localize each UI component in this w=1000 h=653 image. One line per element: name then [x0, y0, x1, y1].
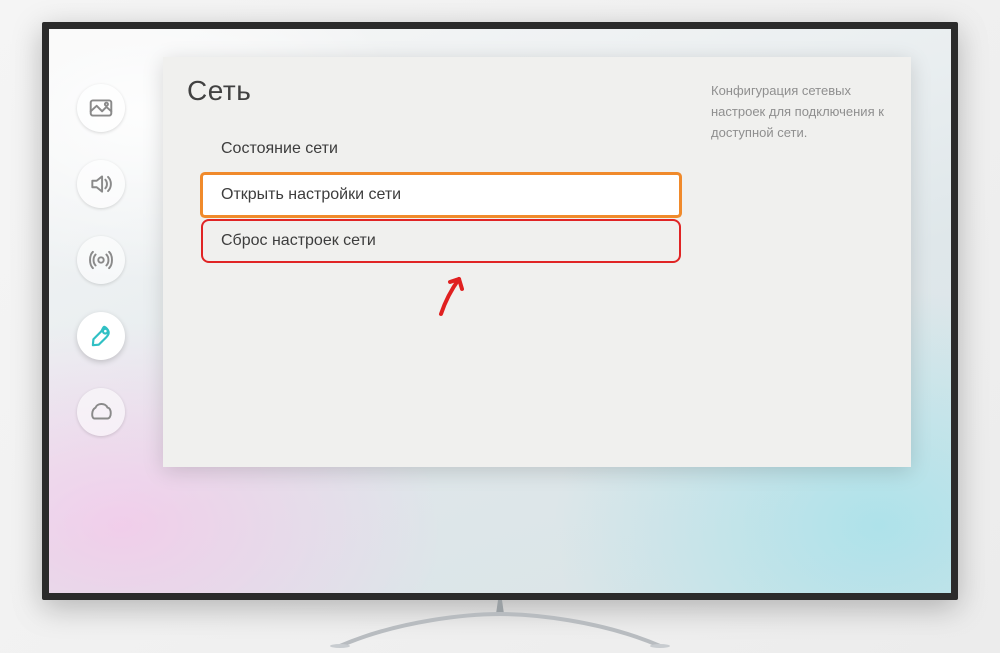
- sidebar-item-sound[interactable]: [77, 160, 125, 208]
- menu-item-label: Сброс настроек сети: [221, 232, 376, 249]
- menu-item-reset-network[interactable]: Сброс настроек сети: [203, 221, 679, 261]
- description-text: Конфигурация сетевых настроек для подклю…: [711, 81, 895, 143]
- settings-panel: Сеть Состояние сети Открыть настройки се…: [163, 57, 911, 467]
- general-icon: [88, 323, 114, 349]
- sidebar-item-support[interactable]: [77, 388, 125, 436]
- panel-main: Сеть Состояние сети Открыть настройки се…: [163, 57, 703, 467]
- picture-icon: [88, 95, 114, 121]
- broadcast-icon: [88, 247, 114, 273]
- settings-sidebar: [77, 84, 125, 436]
- sidebar-item-general[interactable]: [77, 312, 125, 360]
- tv-frame: Сеть Состояние сети Открыть настройки се…: [42, 22, 958, 600]
- sidebar-item-picture[interactable]: [77, 84, 125, 132]
- sound-icon: [88, 171, 114, 197]
- page-title: Сеть: [187, 75, 679, 107]
- sidebar-item-broadcast[interactable]: [77, 236, 125, 284]
- support-icon: [88, 399, 114, 425]
- annotation-arrow: [435, 272, 473, 323]
- menu-list: Состояние сети Открыть настройки сети Сб…: [203, 129, 679, 261]
- tv-stand: [320, 600, 680, 648]
- menu-item-label: Открыть настройки сети: [221, 186, 401, 203]
- tv-screen: Сеть Состояние сети Открыть настройки се…: [49, 29, 951, 593]
- panel-description: Конфигурация сетевых настроек для подклю…: [703, 57, 911, 467]
- menu-item-network-status[interactable]: Состояние сети: [203, 129, 679, 169]
- menu-item-open-network-settings[interactable]: Открыть настройки сети: [203, 175, 679, 215]
- menu-item-label: Состояние сети: [221, 140, 338, 157]
